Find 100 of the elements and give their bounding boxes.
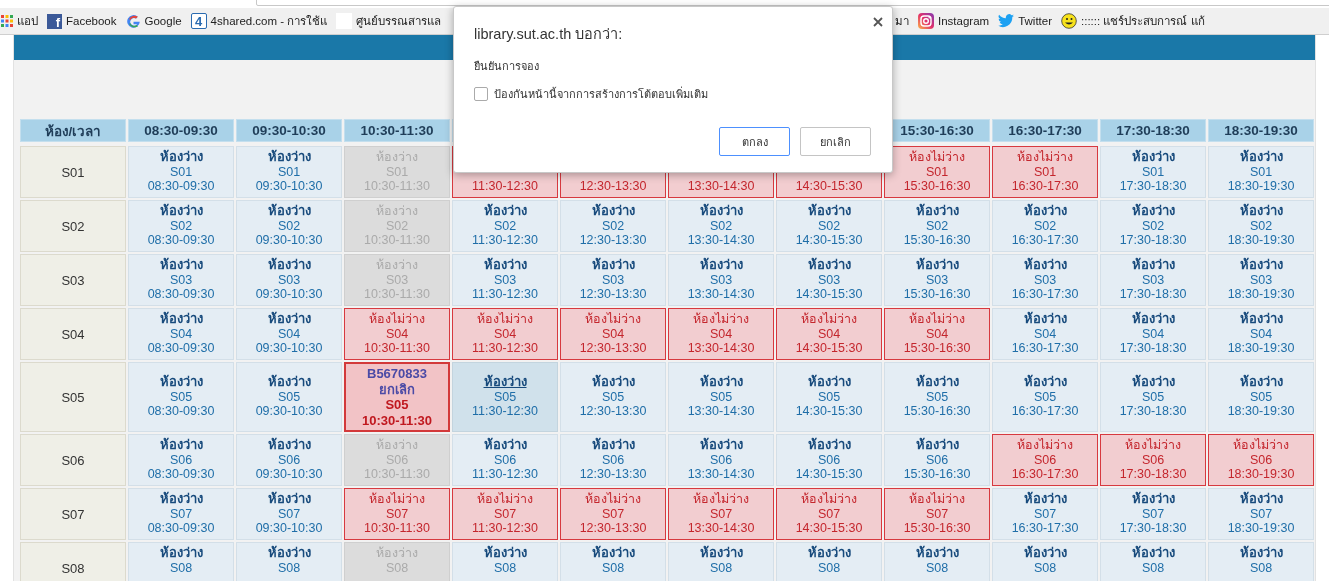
slot-cell[interactable]: ห้องไม่ว่าง S04 14:30-15:30	[776, 308, 882, 360]
slot-status[interactable]: ห้องว่าง	[159, 150, 203, 165]
slot-status[interactable]: ห้องว่าง	[159, 375, 203, 390]
cancel-link[interactable]: ยกเลิก	[379, 381, 415, 397]
slot-cell[interactable]: ห้องว่าง S03 15:30-16:30	[884, 254, 990, 306]
bookmark-link[interactable]: Instagram	[938, 15, 990, 27]
slot-status[interactable]: ห้องว่าง	[1131, 204, 1175, 219]
slot-status[interactable]: ห้องว่าง	[159, 258, 203, 273]
slot-status[interactable]: ห้องว่าง	[267, 438, 311, 453]
slot-cell[interactable]: ห้องว่าง S05 09:30-10:30	[236, 362, 342, 432]
slot-cell[interactable]: ห้องว่าง S08	[1100, 542, 1206, 581]
slot-status[interactable]: ห้องว่าง	[591, 375, 635, 390]
checkbox-label[interactable]: ป้องกันหน้านี้จากการสร้างการโต้ตอบเพิ่มเติม	[494, 85, 708, 103]
slot-status[interactable]: ห้องไม่ว่าง	[801, 492, 857, 507]
slot-cell[interactable]: ห้องไม่ว่าง S01 16:30-17:30	[992, 146, 1098, 198]
slot-cell[interactable]: ห้องว่าง S02 18:30-19:30	[1208, 200, 1314, 252]
slot-status[interactable]: ห้องว่าง	[267, 546, 311, 561]
slot-status[interactable]: ห้องว่าง	[915, 546, 959, 561]
slot-cell[interactable]: ห้องว่าง S05 12:30-13:30	[560, 362, 666, 432]
slot-status[interactable]: ห้องว่าง	[591, 204, 635, 219]
slot-cell[interactable]: ห้องว่าง S03 13:30-14:30	[668, 254, 774, 306]
bookmark-link[interactable]: ศูนย์บรรณสารแล	[356, 12, 442, 30]
slot-status[interactable]: ห้องว่าง	[699, 546, 743, 561]
slot-cell[interactable]: ห้องว่าง S07 17:30-18:30	[1100, 488, 1206, 540]
bookmark-link[interactable]: :::::: แชร์ประสบการณ์ แก้	[1081, 12, 1205, 30]
slot-cell[interactable]: ห้องว่าง S03 11:30-12:30	[452, 254, 558, 306]
slot-status[interactable]: ห้องว่าง	[699, 438, 743, 453]
slot-status[interactable]: ห้องว่าง	[1239, 312, 1283, 327]
slot-cell[interactable]: ห้องไม่ว่าง S04 10:30-11:30	[344, 308, 450, 360]
slot-status[interactable]: ห้องว่าง	[1239, 204, 1283, 219]
slot-cell[interactable]: ห้องไม่ว่าง S07 11:30-12:30	[452, 488, 558, 540]
slot-status[interactable]: ห้องว่าง	[915, 438, 959, 453]
smiley-icon[interactable]	[1061, 13, 1077, 29]
slot-cell[interactable]: ห้องว่าง S04 09:30-10:30	[236, 308, 342, 360]
slot-cell[interactable]: ห้องไม่ว่าง S04 13:30-14:30	[668, 308, 774, 360]
slot-cell[interactable]: ห้องว่าง S03 16:30-17:30	[992, 254, 1098, 306]
slot-status[interactable]: ห้องไม่ว่าง	[369, 492, 425, 507]
slot-status[interactable]: ห้องว่าง	[159, 438, 203, 453]
slot-cell[interactable]: ห้องว่าง S06 09:30-10:30	[236, 434, 342, 486]
slot-status[interactable]: ห้องว่าง	[159, 204, 203, 219]
slot-status[interactable]: ห้องว่าง	[807, 546, 851, 561]
slot-status[interactable]: ห้องไม่ว่าง	[585, 492, 641, 507]
slot-cell[interactable]: ห้องไม่ว่าง S04 12:30-13:30	[560, 308, 666, 360]
slot-status[interactable]: ห้องว่าง	[1131, 492, 1175, 507]
slot-status[interactable]: ห้องว่าง	[1239, 375, 1283, 390]
slot-cell[interactable]: ห้องว่าง S07 18:30-19:30	[1208, 488, 1314, 540]
slot-status[interactable]: ห้องว่าง	[1023, 375, 1067, 390]
slot-cell[interactable]: ห้องว่าง S06 14:30-15:30	[776, 434, 882, 486]
slot-cell[interactable]: ห้องว่าง S07 16:30-17:30	[992, 488, 1098, 540]
slot-cell[interactable]: ห้องไม่ว่าง S07 12:30-13:30	[560, 488, 666, 540]
slot-status[interactable]: ห้องว่าง	[159, 312, 203, 327]
slot-cell[interactable]: ห้องว่าง S08	[776, 542, 882, 581]
slot-status[interactable]: ห้องว่าง	[807, 438, 851, 453]
bookmark-link[interactable]: Facebook	[66, 15, 117, 27]
slot-status[interactable]: ห้องว่าง	[267, 492, 311, 507]
slot-cell[interactable]: ห้องว่าง S03 14:30-15:30	[776, 254, 882, 306]
slot-status[interactable]: ห้องว่าง	[699, 375, 743, 390]
slot-cell[interactable]: ห้องไม่ว่าง S06 16:30-17:30	[992, 434, 1098, 486]
slot-status[interactable]: ห้องว่าง	[807, 258, 851, 273]
slot-cell[interactable]: ห้องว่าง S06 12:30-13:30	[560, 434, 666, 486]
close-icon[interactable]	[873, 17, 883, 27]
slot-status[interactable]: ห้องว่าง	[1131, 546, 1175, 561]
slot-status[interactable]: ห้องว่าง	[699, 204, 743, 219]
bookmark-link[interactable]: มา	[895, 12, 909, 30]
slot-cell[interactable]: ห้องว่าง S02 15:30-16:30	[884, 200, 990, 252]
bookmark-logo-icon[interactable]: 4	[190, 13, 207, 29]
slot-cell[interactable]: ห้องว่าง S05 11:30-12:30	[452, 362, 558, 432]
slot-status[interactable]: ห้องว่าง	[159, 492, 203, 507]
slot-cell[interactable]: ห้องว่าง S05 18:30-19:30	[1208, 362, 1314, 432]
slot-cell[interactable]: ห้องไม่ว่าง S04 15:30-16:30	[884, 308, 990, 360]
bird-icon[interactable]	[998, 14, 1015, 28]
slot-cell[interactable]: ห้องว่าง S04 16:30-17:30	[992, 308, 1098, 360]
slot-status[interactable]: ห้องว่าง	[267, 258, 311, 273]
slot-cell[interactable]: ห้องไม่ว่าง S07 14:30-15:30	[776, 488, 882, 540]
google-icon[interactable]	[125, 13, 141, 29]
slot-status[interactable]: ห้องว่าง	[1023, 312, 1067, 327]
slot-cell[interactable]: ห้องว่าง S02 08:30-09:30	[128, 200, 234, 252]
slot-cell[interactable]: ห้องว่าง S02 09:30-10:30	[236, 200, 342, 252]
slot-status[interactable]: ห้องไม่ว่าง	[1017, 438, 1073, 453]
slot-status[interactable]: ห้องว่าง	[1131, 150, 1175, 165]
slot-cell[interactable]: ห้องว่าง S04 17:30-18:30	[1100, 308, 1206, 360]
slot-cell[interactable]: ห้องว่าง S02 11:30-12:30	[452, 200, 558, 252]
dialog-button[interactable]: ยกเลิก	[800, 127, 871, 156]
bookmark-link[interactable]: Google	[144, 15, 182, 27]
slot-status[interactable]: ห้องไม่ว่าง	[1125, 438, 1181, 453]
slot-status[interactable]: ห้องว่าง	[267, 312, 311, 327]
slot-cell[interactable]: ห้องว่าง S08	[668, 542, 774, 581]
slot-cell[interactable]: ห้องว่าง S02 14:30-15:30	[776, 200, 882, 252]
slot-cell[interactable]: ห้องว่าง S05 13:30-14:30	[668, 362, 774, 432]
slot-cell[interactable]: ห้องไม่ว่าง S06 18:30-19:30	[1208, 434, 1314, 486]
slot-status[interactable]: ห้องว่าง	[483, 204, 527, 219]
slot-status[interactable]: ห้องว่าง	[267, 150, 311, 165]
slot-cell[interactable]: ห้องว่าง S03 09:30-10:30	[236, 254, 342, 306]
slot-status[interactable]: ห้องว่าง	[591, 546, 635, 561]
slot-status[interactable]: ห้องว่าง	[483, 438, 527, 453]
slot-status[interactable]: ห้องว่าง	[1131, 375, 1175, 390]
slot-status[interactable]: ห้องไม่ว่าง	[801, 312, 857, 327]
slot-cell[interactable]: ห้องว่าง S02 12:30-13:30	[560, 200, 666, 252]
slot-cell[interactable]: ห้องว่าง S04 08:30-09:30	[128, 308, 234, 360]
apps-grid-icon[interactable]	[1, 15, 13, 27]
